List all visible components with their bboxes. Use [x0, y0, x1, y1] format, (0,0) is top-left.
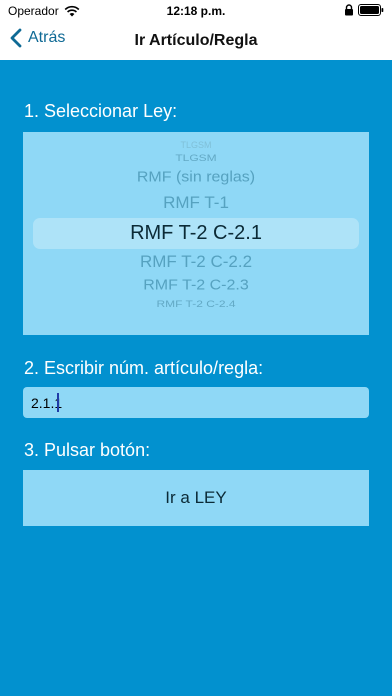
page-title: Ir Artículo/Regla — [134, 32, 258, 49]
picker-item[interactable]: TLGSM — [23, 153, 369, 162]
law-picker[interactable]: TLGSM TLGSM RMF (sin reglas) RMF T-1 RMF… — [23, 132, 369, 335]
go-to-law-button[interactable]: Ir a LEY — [23, 470, 369, 526]
picker-item[interactable]: RMF T-1 — [23, 194, 369, 211]
status-time: 12:18 p.m. — [166, 4, 226, 18]
picker-item[interactable]: TLGSM — [23, 141, 369, 150]
status-bar: Operador 12:18 p.m. — [0, 0, 392, 22]
status-right — [344, 4, 384, 16]
picker-item[interactable]: RMF T-2 C-2.4 — [23, 299, 369, 308]
picker-item[interactable]: RMF T-2 C-2.2 — [23, 253, 369, 270]
step2-label: 2. Escribir núm. artículo/regla: — [24, 358, 264, 378]
lock-icon — [344, 4, 354, 16]
picker-item[interactable]: RMF T-2 C-2.3 — [23, 278, 369, 293]
picker-item-selected[interactable]: RMF T-2 C-2.1 — [23, 223, 369, 243]
text-caret — [57, 393, 59, 412]
picker-item[interactable]: RMF (sin reglas) — [23, 170, 369, 185]
step3-label: 3. Pulsar botón: — [24, 440, 151, 460]
step1-label: 1. Seleccionar Ley: — [24, 101, 178, 121]
battery-icon — [358, 4, 384, 16]
navigation-bar: Atrás Ir Artículo/Regla — [0, 22, 392, 60]
article-number-input[interactable] — [23, 387, 369, 418]
